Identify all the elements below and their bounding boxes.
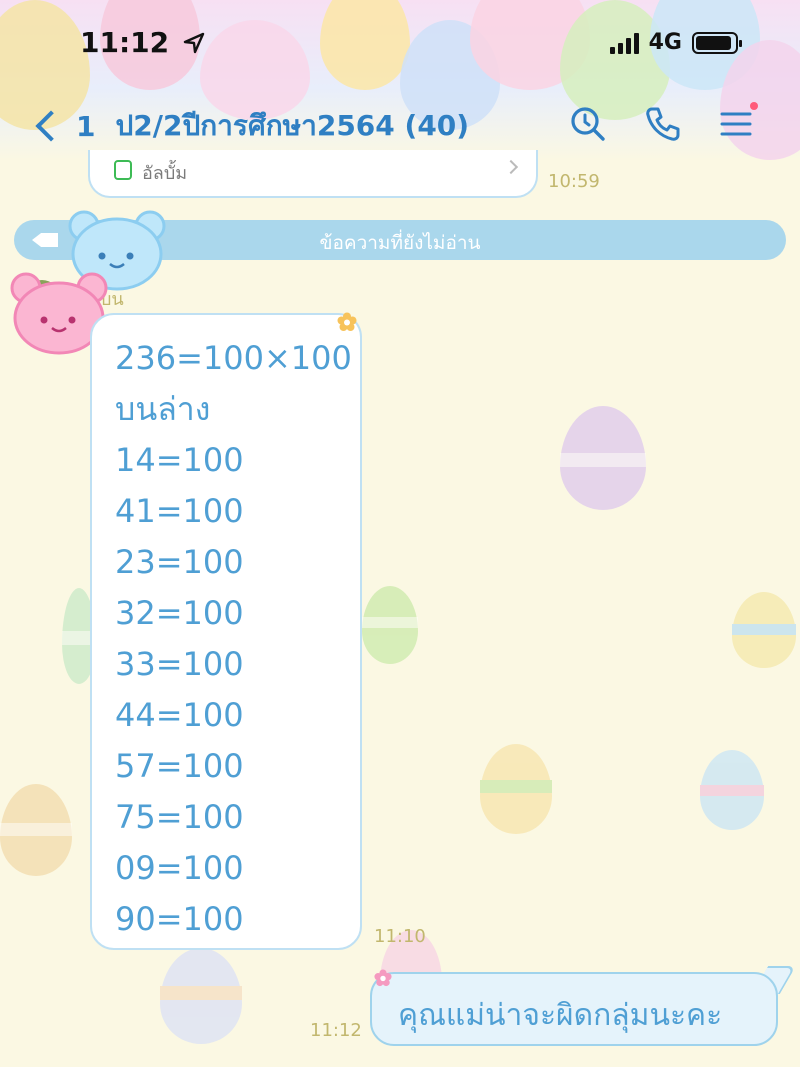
background-egg — [160, 948, 242, 1044]
message-line: 44=100 — [115, 696, 244, 734]
menu-icon — [720, 112, 752, 136]
location-arrow-icon — [183, 32, 205, 54]
flower-icon — [374, 969, 392, 987]
background-egg — [0, 784, 72, 876]
album-label: อัลบั้ม — [142, 163, 188, 184]
message-line: 14=100 — [115, 441, 244, 479]
message-time: 10:59 — [548, 171, 600, 192]
search-icon — [571, 107, 605, 141]
chevron-right-icon — [503, 159, 519, 175]
signal-icon — [609, 32, 639, 54]
chevron-left-icon — [35, 110, 67, 142]
album-message-card[interactable]: อัลบั้ม — [88, 150, 538, 198]
message-line: 09=100 — [115, 849, 244, 887]
chat-title: ป2/2ปีการศึกษา2564 (40) — [115, 109, 470, 142]
background-egg — [362, 586, 418, 664]
notification-dot — [750, 102, 758, 110]
back-button[interactable]: 1 ป2/2ปีการศึกษา2564 (40) — [35, 104, 470, 148]
background-egg — [560, 406, 646, 510]
menu-button[interactable] — [716, 102, 758, 144]
message-line: 236=100×100 — [115, 339, 352, 377]
network-type: 4G — [648, 30, 682, 55]
message-text: 236=100×100 บนล่าง 14=100 41=100 23=100 … — [115, 338, 352, 950]
battery-icon — [692, 31, 742, 54]
message-time: 11:10 — [374, 926, 426, 947]
outgoing-message-text: คุณแม่น่าจะผิดกลุ่มนะคะ — [398, 998, 723, 1033]
background-egg — [480, 744, 552, 834]
message-line: 32=100 — [115, 594, 244, 632]
search-button[interactable] — [568, 104, 608, 144]
message-line: 90=100 — [115, 900, 244, 938]
chat-header: 11:12 4G 1 ป2/2ปีการศึกษา2564 (40) — [0, 0, 800, 160]
message-line: 23=100 — [115, 543, 244, 581]
status-indicators: 4G — [609, 30, 742, 55]
background-egg — [732, 592, 796, 668]
background-egg — [700, 750, 764, 830]
message-line: 33=100 — [115, 645, 244, 683]
message-line: 75=100 — [115, 798, 244, 836]
message-line: บนล่าง — [115, 390, 211, 428]
call-button[interactable] — [642, 104, 682, 144]
unread-chat-count: 1 — [76, 109, 96, 143]
message-line: 57=100 — [115, 747, 244, 785]
message-time: 11:12 — [310, 1020, 362, 1041]
status-time: 11:12 — [80, 26, 205, 59]
album-icon — [114, 160, 132, 180]
flower-icon — [337, 312, 357, 331]
message-line: 41=100 — [115, 492, 244, 530]
phone-icon — [646, 107, 680, 141]
